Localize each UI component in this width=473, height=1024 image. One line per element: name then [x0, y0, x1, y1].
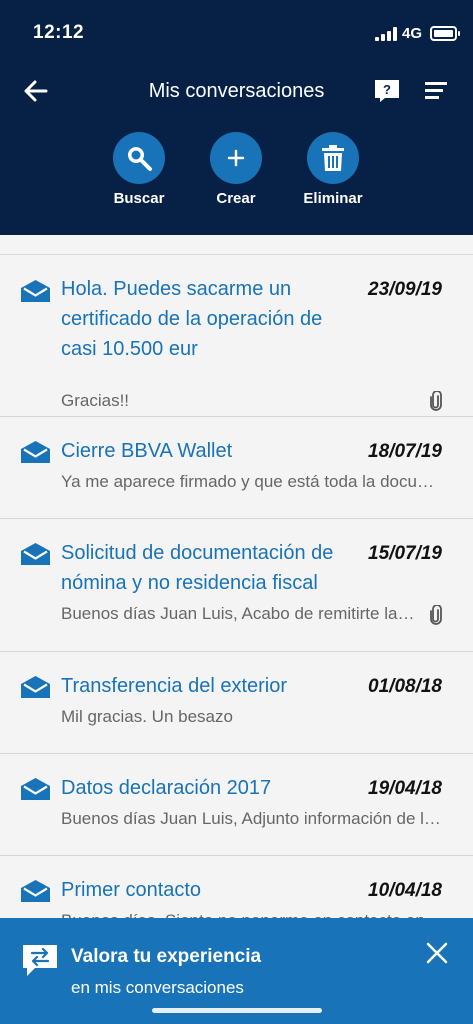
conversation-row[interactable]: Hola. Puedes sacarme un certificado de l…: [0, 255, 473, 417]
conversation-subject: Cierre BBVA Wallet: [61, 440, 233, 462]
network-type: 4G: [402, 25, 423, 42]
envelope-icon: [21, 543, 50, 565]
attachment-icon: [428, 604, 444, 625]
conversation-subject: Hola. Puedes sacarme un certificado de l…: [61, 278, 323, 360]
plus-icon: [210, 132, 262, 184]
conversation-date: 18/07/19: [368, 441, 442, 462]
envelope-icon: [21, 441, 50, 463]
conversation-subject: Transferencia del exterior: [61, 675, 288, 697]
conversation-list[interactable]: Hola. Puedes sacarme un certificado de l…: [0, 235, 473, 919]
create-button[interactable]: Crear: [191, 132, 281, 207]
conversation-row[interactable]: Solicitud de documentación de nómina y n…: [0, 520, 473, 652]
search-icon: [113, 132, 165, 184]
envelope-icon: [21, 280, 50, 302]
conversation-row[interactable]: Datos declaración 2017 19/04/18 Buenos d…: [0, 755, 473, 856]
conversation-preview: Buenos días Juan Luis, Acabo de remitirt…: [61, 604, 416, 623]
conversation-date: 01/08/18: [368, 676, 442, 697]
conversation-subject: Solicitud de documentación de nómina y n…: [61, 542, 334, 594]
conversation-date: 10/04/18: [368, 880, 442, 901]
feedback-chat-icon: [22, 944, 58, 978]
conversation-preview: Buenos días Juan Luis, Adjunto informaci…: [61, 809, 444, 828]
conversation-row[interactable]: Cierre BBVA Wallet 18/07/19 Ya me aparec…: [0, 418, 473, 519]
help-icon[interactable]: ?: [374, 79, 400, 103]
conversation-preview: Ya me aparece firmado y que está toda la…: [61, 472, 444, 491]
menu-icon[interactable]: [424, 79, 448, 101]
conversation-subject: Primer contacto: [61, 879, 202, 901]
search-button[interactable]: Buscar: [94, 132, 184, 207]
envelope-icon: [21, 778, 50, 800]
close-icon[interactable]: [425, 941, 449, 965]
delete-button-label: Eliminar: [303, 190, 363, 207]
signal-icon: [375, 27, 397, 41]
conversation-row[interactable]: Transferencia del exterior 01/08/18 Mil …: [0, 653, 473, 754]
status-time: 12:12: [33, 22, 85, 43]
create-button-label: Crear: [216, 190, 256, 207]
battery-icon: [430, 26, 460, 41]
rating-banner[interactable]: Valora tu experiencia en mis conversacio…: [0, 918, 473, 1024]
envelope-icon: [21, 880, 50, 902]
trash-icon: [307, 132, 359, 184]
banner-title: Valora tu experiencia: [71, 946, 262, 967]
delete-button[interactable]: Eliminar: [288, 132, 378, 207]
banner-subtitle: en mis conversaciones: [71, 978, 244, 997]
conversation-date: 15/07/19: [368, 543, 442, 564]
search-button-label: Buscar: [113, 190, 165, 207]
conversation-date: 19/04/18: [368, 778, 442, 799]
conversation-subject: Datos declaración 2017: [61, 777, 272, 799]
page-title: Mis conversaciones: [148, 80, 325, 102]
conversation-date: 23/09/19: [368, 279, 442, 300]
back-arrow-icon[interactable]: [22, 77, 50, 105]
attachment-icon: [428, 390, 444, 411]
conversation-preview: Mil gracias. Un besazo: [61, 707, 233, 726]
svg-text:?: ?: [383, 82, 391, 97]
conversation-row[interactable]: Primer contacto 10/04/18 Buenos días. Si…: [0, 857, 473, 919]
home-indicator: [152, 1008, 322, 1013]
app-header: 12:12 4G Mis conversaciones ? Buscar Cre…: [0, 0, 473, 235]
conversation-preview: Gracias!!: [61, 391, 130, 410]
envelope-icon: [21, 676, 50, 698]
status-bar: 12:12 4G: [0, 0, 473, 60]
